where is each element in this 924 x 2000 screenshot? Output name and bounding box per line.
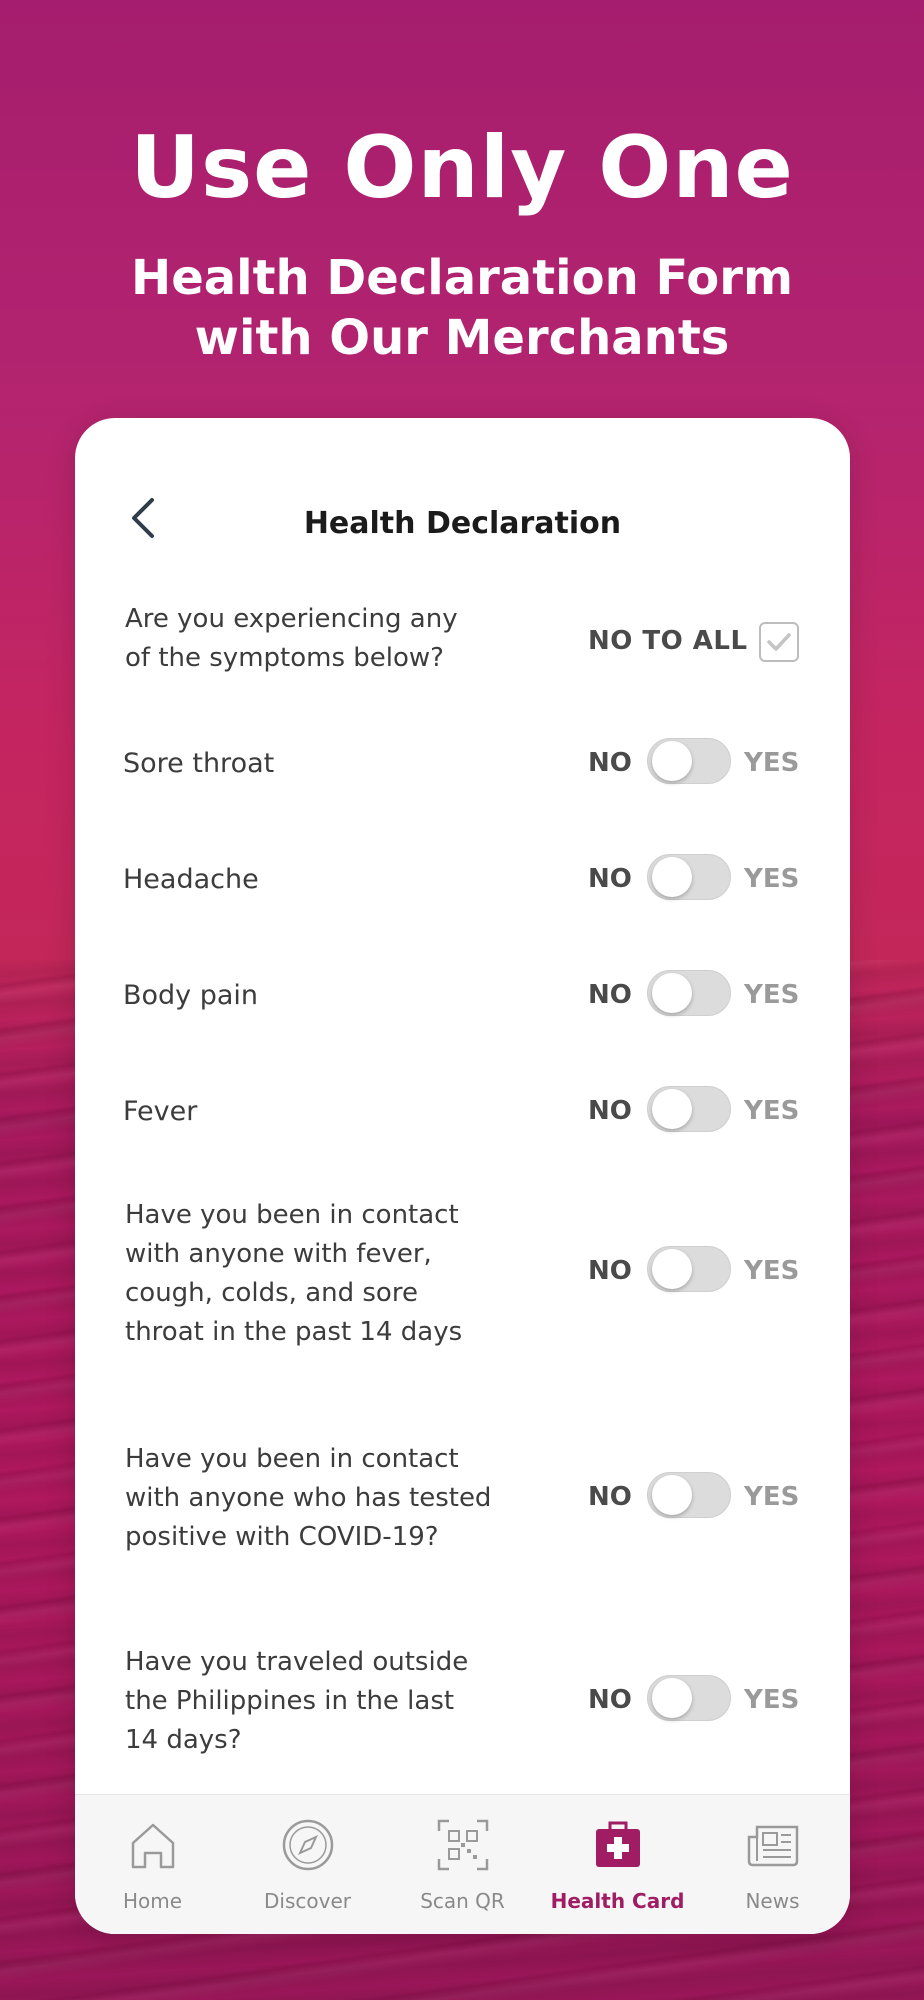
symptom-row: Headache NO YES <box>75 854 850 914</box>
page-title: Health Declaration <box>303 506 622 541</box>
yes-label: YES <box>744 1256 800 1286</box>
symptom-label: Sore throat <box>123 748 275 779</box>
question-line: Have you traveled outside <box>125 1647 469 1677</box>
covid-contact-toggle[interactable] <box>647 1472 731 1518</box>
no-to-all-question: Are you experiencing any of the symptoms… <box>125 600 505 678</box>
travel-toggle[interactable] <box>647 1675 731 1721</box>
home-icon <box>131 1823 174 1869</box>
tab-scan-qr[interactable]: Scan QR <box>385 1795 540 1934</box>
question-line: with anyone who has tested <box>125 1483 492 1513</box>
headache-toggle[interactable] <box>647 854 731 900</box>
screen-header: Health Declaration <box>75 418 850 578</box>
question-text: Have you traveled outside the Philippine… <box>125 1643 505 1760</box>
toggle-knob <box>652 1249 692 1289</box>
fever-toggle[interactable] <box>647 1086 731 1132</box>
question-line: cough, colds, and sore <box>125 1278 418 1308</box>
tab-label: Home <box>122 1889 183 1913</box>
question-line: Have you been in contact <box>125 1200 459 1230</box>
contact-symptoms-toggle[interactable] <box>647 1246 731 1292</box>
question-row: Have you been in contact with anyone who… <box>75 1440 850 1560</box>
tab-home[interactable]: Home <box>75 1795 230 1934</box>
no-label: NO <box>588 1482 632 1512</box>
question-line: of the symptoms below? <box>125 643 444 673</box>
symptom-row: Body pain NO YES <box>75 970 850 1030</box>
question-row: Have you been in contact with anyone wit… <box>75 1196 850 1356</box>
question-line: 14 days? <box>125 1725 242 1755</box>
yes-label: YES <box>744 980 800 1010</box>
yes-label: YES <box>744 1096 800 1126</box>
symptom-row: Fever NO YES <box>75 1086 850 1146</box>
no-label: NO <box>588 1685 632 1715</box>
toggle-knob <box>652 973 692 1013</box>
tab-label: Scan QR <box>420 1889 505 1913</box>
tab-discover[interactable]: Discover <box>230 1795 385 1934</box>
question-line: the Philippines in the last <box>125 1686 455 1716</box>
newspaper-icon <box>747 1825 798 1867</box>
yes-label: YES <box>744 864 800 894</box>
no-label: NO <box>588 864 632 894</box>
toggle-knob <box>652 1089 692 1129</box>
yes-label: YES <box>744 1685 800 1715</box>
hero-subtitle-line: Health Declaration Form <box>131 250 793 306</box>
question-line: Are you experiencing any <box>125 604 458 634</box>
yes-label: YES <box>744 748 800 778</box>
yes-label: YES <box>744 1482 800 1512</box>
tab-health-card[interactable]: Health Card <box>540 1795 695 1934</box>
no-to-all-checkbox[interactable] <box>759 622 799 662</box>
no-to-all-row: Are you experiencing any of the symptoms… <box>75 600 850 690</box>
bottom-tab-bar: Home Discover Scan QR Health Card News <box>75 1794 850 1934</box>
phone-screen-card: Health Declaration Are you experiencing … <box>75 418 850 1934</box>
tab-label: News <box>745 1889 800 1913</box>
question-line: with anyone with fever, <box>125 1239 432 1269</box>
toggle-knob <box>652 1678 692 1718</box>
symptom-label: Headache <box>123 864 259 895</box>
symptom-row: Sore throat NO YES <box>75 738 850 798</box>
checkmark-icon <box>767 633 791 651</box>
tab-label: Health Card <box>550 1889 685 1913</box>
hero-title: Use Only One <box>130 118 794 218</box>
body-pain-toggle[interactable] <box>647 970 731 1016</box>
symptom-label: Fever <box>123 1096 198 1127</box>
question-line: positive with COVID-19? <box>125 1522 439 1552</box>
hero-subtitle-line: with Our Merchants <box>194 310 730 366</box>
tab-label: Discover <box>264 1889 351 1913</box>
no-label: NO <box>588 748 632 778</box>
no-label: NO <box>588 1256 632 1286</box>
question-line: throat in the past 14 days <box>125 1317 463 1347</box>
no-label: NO <box>588 1096 632 1126</box>
hero-subtitle: Health Declaration Form with Our Merchan… <box>0 248 924 368</box>
toggle-knob <box>652 741 692 781</box>
question-line: Have you been in contact <box>125 1444 459 1474</box>
medical-kit-icon <box>595 1821 640 1867</box>
tab-news[interactable]: News <box>695 1795 850 1934</box>
compass-icon <box>282 1819 333 1871</box>
sore-throat-toggle[interactable] <box>647 738 731 784</box>
toggle-knob <box>652 1475 692 1515</box>
qr-scan-icon <box>437 1819 488 1871</box>
toggle-knob <box>652 857 692 897</box>
question-text: Have you been in contact with anyone wit… <box>125 1196 505 1352</box>
symptom-label: Body pain <box>123 980 259 1011</box>
no-label: NO <box>588 980 632 1010</box>
no-to-all-label: NO TO ALL <box>588 626 748 656</box>
question-row: Have you traveled outside the Philippine… <box>75 1643 850 1763</box>
question-text: Have you been in contact with anyone who… <box>125 1440 505 1557</box>
